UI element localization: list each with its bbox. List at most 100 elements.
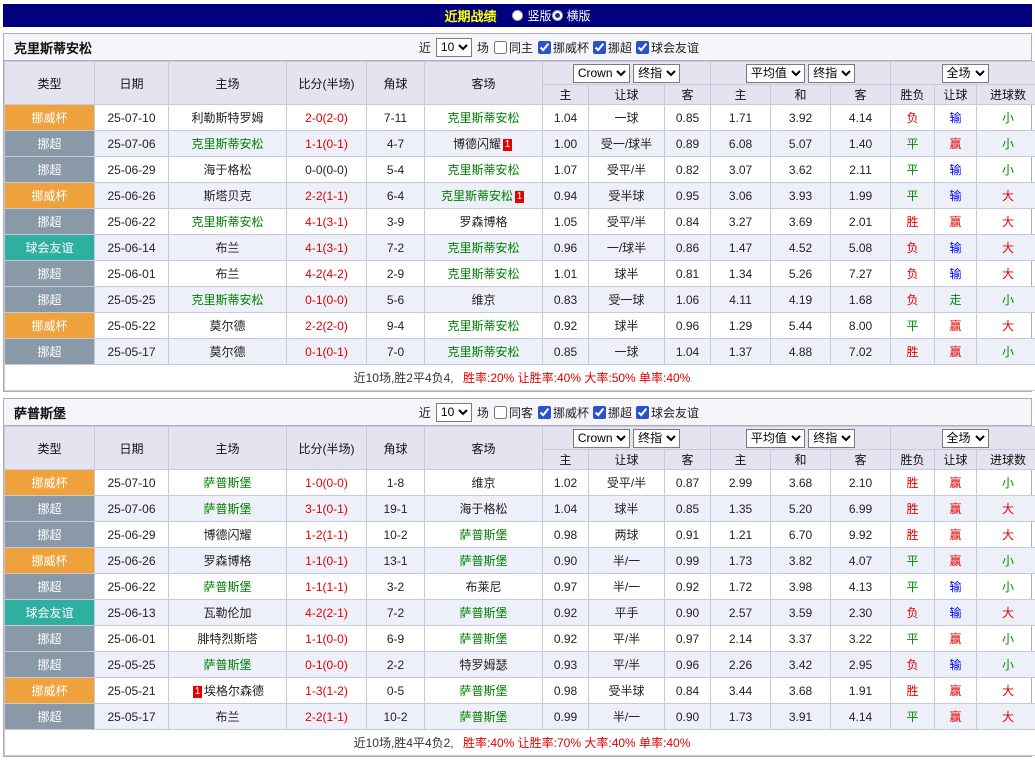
match-score[interactable]: 4-1(3-1) [287, 235, 367, 261]
league-filter[interactable]: 挪威杯 [538, 39, 589, 56]
league-checkbox[interactable] [593, 41, 606, 54]
team-name[interactable]: 博德闪耀 [453, 137, 501, 151]
team-name[interactable]: 克里斯蒂安松 [447, 163, 519, 177]
team-name[interactable]: 克里斯蒂安松 [441, 189, 513, 203]
layout-radio-option[interactable]: 横版 [552, 7, 591, 24]
team-name[interactable]: 海于格松 [459, 502, 507, 516]
match-type-badge: 挪超 [5, 574, 95, 600]
team-name[interactable]: 克里斯蒂安松 [191, 293, 263, 307]
team-name[interactable]: 萨普斯堡 [203, 502, 251, 516]
team-name[interactable]: 克里斯蒂安松 [447, 111, 519, 125]
team-name[interactable]: 克里斯蒂安松 [447, 345, 519, 359]
avg-away-odds: 5.08 [831, 235, 891, 261]
team-name[interactable]: 埃格尔森德 [204, 684, 264, 698]
match-count-select[interactable]: 10 [436, 38, 472, 57]
team-name[interactable]: 特罗姆瑟 [459, 658, 507, 672]
odds-time-select[interactable]: 终指 [633, 429, 680, 448]
match-score[interactable]: 0-1(0-0) [287, 287, 367, 313]
team-name[interactable]: 斯塔贝克 [203, 189, 251, 203]
same-venue-filter[interactable]: 同主 [494, 39, 533, 56]
match-type-badge: 挪超 [5, 522, 95, 548]
team-name[interactable]: 萨普斯堡 [459, 528, 507, 542]
team-name[interactable]: 海于格松 [203, 163, 251, 177]
team-name[interactable]: 利勒斯特罗姆 [191, 111, 263, 125]
team-name[interactable]: 克里斯蒂安松 [447, 267, 519, 281]
team-name[interactable]: 克里斯蒂安松 [447, 241, 519, 255]
league-checkbox[interactable] [538, 41, 551, 54]
league-checkbox[interactable] [593, 406, 606, 419]
match-score[interactable]: 1-1(0-1) [287, 131, 367, 157]
match-score[interactable]: 3-1(0-1) [287, 496, 367, 522]
match-score[interactable]: 4-2(4-2) [287, 261, 367, 287]
league-checkbox[interactable] [636, 406, 649, 419]
team-name[interactable]: 萨普斯堡 [203, 476, 251, 490]
avg-time-select[interactable]: 终指 [808, 429, 855, 448]
team-name[interactable]: 维京 [471, 293, 495, 307]
result-win-draw-loss: 平 [891, 313, 935, 339]
match-score[interactable]: 0-0(0-0) [287, 157, 367, 183]
team-name[interactable]: 瓦勒伦加 [203, 606, 251, 620]
match-score[interactable]: 4-1(3-1) [287, 209, 367, 235]
team-name[interactable]: 布兰 [215, 267, 239, 281]
match-score[interactable]: 2-2(2-0) [287, 313, 367, 339]
match-score[interactable]: 1-1(0-1) [287, 548, 367, 574]
league-checkbox[interactable] [636, 41, 649, 54]
same-venue-filter[interactable]: 同客 [494, 404, 533, 421]
match-row: 挪超25-07-06萨普斯堡3-1(0-1)19-1海于格松1.04球半0.85… [5, 496, 1035, 522]
team-name[interactable]: 萨普斯堡 [459, 710, 507, 724]
team-name[interactable]: 萨普斯堡 [203, 580, 251, 594]
team-name[interactable]: 博德闪耀 [203, 528, 251, 542]
team-name[interactable]: 萨普斯堡 [459, 606, 507, 620]
avg-odds-select[interactable]: 平均值 [746, 429, 805, 448]
team-name[interactable]: 克里斯蒂安松 [191, 215, 263, 229]
league-filter[interactable]: 挪威杯 [538, 404, 589, 421]
same-venue-checkbox[interactable] [494, 41, 507, 54]
odds-source-select[interactable]: Crown [573, 429, 630, 448]
team-name[interactable]: 莫尔德 [209, 319, 245, 333]
team-name[interactable]: 萨普斯堡 [203, 658, 251, 672]
match-score[interactable]: 0-1(0-0) [287, 652, 367, 678]
match-score[interactable]: 1-1(0-0) [287, 626, 367, 652]
team-name[interactable]: 莫尔德 [209, 345, 245, 359]
scope-select[interactable]: 全场 [942, 429, 989, 448]
match-count-select[interactable]: 10 [436, 403, 472, 422]
odds-source-select[interactable]: Crown [573, 64, 630, 83]
odds-time-select[interactable]: 终指 [633, 64, 680, 83]
match-score[interactable]: 2-2(1-1) [287, 183, 367, 209]
match-score[interactable]: 1-2(1-1) [287, 522, 367, 548]
handicap-line: 受平/半 [589, 470, 665, 496]
same-venue-checkbox[interactable] [494, 406, 507, 419]
avg-time-select[interactable]: 终指 [808, 64, 855, 83]
match-score[interactable]: 1-0(0-0) [287, 470, 367, 496]
avg-draw-odds: 3.37 [771, 626, 831, 652]
league-checkbox[interactable] [538, 406, 551, 419]
team-name[interactable]: 布兰 [215, 710, 239, 724]
filter-controls: 近 10 场 同客 挪威杯挪超球会友谊 [419, 403, 699, 422]
layout-radio-option[interactable]: 竖版 [512, 7, 551, 24]
match-score[interactable]: 0-1(0-1) [287, 339, 367, 365]
league-filter[interactable]: 挪超 [593, 39, 632, 56]
team-name[interactable]: 布兰 [215, 241, 239, 255]
league-filter[interactable]: 挪超 [593, 404, 632, 421]
team-name[interactable]: 克里斯蒂安松 [191, 137, 263, 151]
match-score[interactable]: 2-0(2-0) [287, 105, 367, 131]
team-name[interactable]: 罗森博格 [459, 215, 507, 229]
match-score[interactable]: 1-1(1-1) [287, 574, 367, 600]
team-name[interactable]: 克里斯蒂安松 [447, 319, 519, 333]
team-name[interactable]: 萨普斯堡 [459, 684, 507, 698]
handicap-line: 受平/半 [589, 209, 665, 235]
league-filter[interactable]: 球会友谊 [636, 404, 699, 421]
league-filter[interactable]: 球会友谊 [636, 39, 699, 56]
avg-odds-select[interactable]: 平均值 [746, 64, 805, 83]
team-name[interactable]: 维京 [471, 476, 495, 490]
team-name[interactable]: 腓特烈斯塔 [197, 632, 257, 646]
team-name[interactable]: 萨普斯堡 [459, 632, 507, 646]
match-score[interactable]: 2-2(1-1) [287, 704, 367, 730]
match-date: 25-06-01 [95, 626, 169, 652]
team-name[interactable]: 罗森博格 [203, 554, 251, 568]
team-name[interactable]: 布莱尼 [465, 580, 501, 594]
match-score[interactable]: 1-3(1-2) [287, 678, 367, 704]
match-score[interactable]: 4-2(2-1) [287, 600, 367, 626]
scope-select[interactable]: 全场 [942, 64, 989, 83]
team-name[interactable]: 萨普斯堡 [459, 554, 507, 568]
